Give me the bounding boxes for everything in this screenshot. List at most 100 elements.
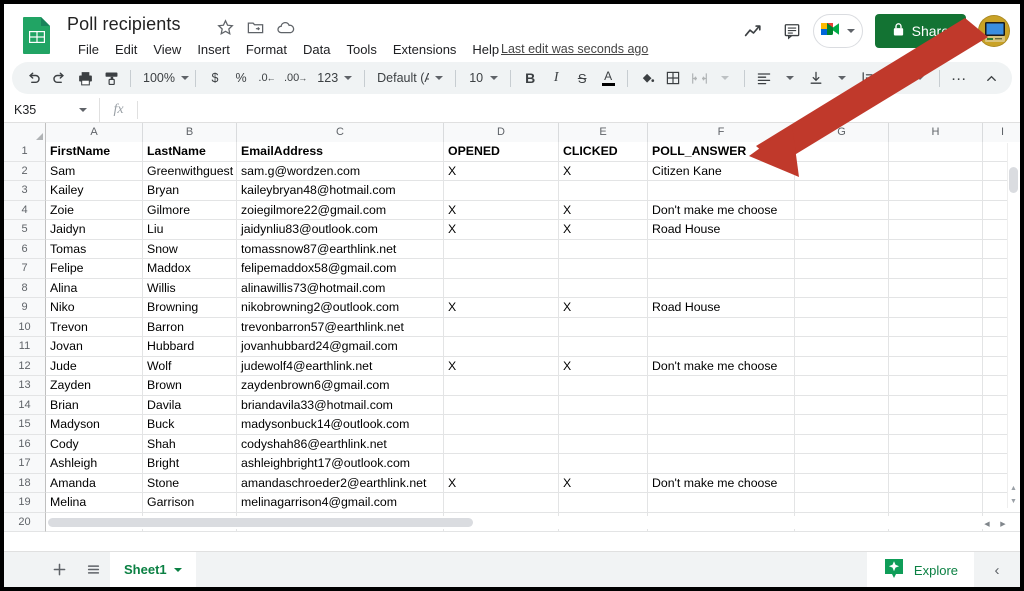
currency-format-button[interactable]: $ [202, 66, 228, 90]
cell-E1[interactable]: CLICKED [559, 142, 648, 162]
font-selector[interactable]: Default (Ari... [371, 66, 449, 90]
cell-G6[interactable] [795, 240, 889, 260]
row-header-10[interactable]: 10 [4, 318, 46, 338]
cell-H4[interactable] [889, 201, 983, 221]
column-header-f[interactable]: F [648, 123, 795, 142]
cell-F13[interactable] [648, 376, 795, 396]
cell-A14[interactable]: Brian [46, 396, 143, 416]
cloud-saved-icon[interactable] [276, 18, 295, 37]
cell-C2[interactable]: sam.g@wordzen.com [237, 162, 444, 182]
row-header-18[interactable]: 18 [4, 474, 46, 494]
cell-B8[interactable]: Willis [143, 279, 237, 299]
cell-D14[interactable] [444, 396, 559, 416]
cell-C15[interactable]: madysonbuck14@outlook.com [237, 415, 444, 435]
cell-G4[interactable] [795, 201, 889, 221]
menu-item-edit[interactable]: Edit [107, 40, 145, 59]
collapse-panel-icon[interactable]: ‹ [982, 552, 1012, 587]
cell-B9[interactable]: Browning [143, 298, 237, 318]
cell-B10[interactable]: Barron [143, 318, 237, 338]
join-meeting-button[interactable] [813, 14, 863, 48]
cell-F4[interactable]: Don't make me choose [648, 201, 795, 221]
cell-E15[interactable] [559, 415, 648, 435]
cell-C6[interactable]: tomassnow87@earthlink.net [237, 240, 444, 260]
column-header-a[interactable]: A [46, 123, 143, 142]
cell-G9[interactable] [795, 298, 889, 318]
cell-H7[interactable] [889, 259, 983, 279]
cell-F18[interactable]: Don't make me choose [648, 474, 795, 494]
print-icon[interactable] [72, 66, 98, 90]
column-header-d[interactable]: D [444, 123, 559, 142]
menu-item-data[interactable]: Data [295, 40, 338, 59]
cell-F2[interactable]: Citizen Kane [648, 162, 795, 182]
column-header-h[interactable]: H [889, 123, 983, 142]
star-icon[interactable] [216, 18, 235, 37]
cell-C18[interactable]: amandaschroeder2@earthlink.net [237, 474, 444, 494]
cell-A8[interactable]: Alina [46, 279, 143, 299]
cell-H19[interactable] [889, 493, 983, 513]
row-header-9[interactable]: 9 [4, 298, 46, 318]
cell-E14[interactable] [559, 396, 648, 416]
cell-F16[interactable] [648, 435, 795, 455]
name-box[interactable]: K35 [4, 98, 100, 123]
cell-G15[interactable] [795, 415, 889, 435]
text-rotation-icon[interactable] [881, 66, 907, 90]
column-header-i[interactable]: I [983, 123, 1020, 142]
cell-A2[interactable]: Sam [46, 162, 143, 182]
cell-B11[interactable]: Hubbard [143, 337, 237, 357]
cell-D12[interactable]: X [444, 357, 559, 377]
cell-E12[interactable]: X [559, 357, 648, 377]
cell-D13[interactable] [444, 376, 559, 396]
cell-H13[interactable] [889, 376, 983, 396]
cell-F17[interactable] [648, 454, 795, 474]
cell-F9[interactable]: Road House [648, 298, 795, 318]
more-options-button[interactable]: … [946, 66, 972, 90]
cell-G17[interactable] [795, 454, 889, 474]
cell-F11[interactable] [648, 337, 795, 357]
cell-G8[interactable] [795, 279, 889, 299]
cell-E9[interactable]: X [559, 298, 648, 318]
cell-A16[interactable]: Cody [46, 435, 143, 455]
cell-G5[interactable] [795, 220, 889, 240]
function-icon[interactable]: fx [100, 101, 138, 119]
cell-F15[interactable] [648, 415, 795, 435]
paint-format-icon[interactable] [98, 66, 124, 90]
text-color-button[interactable]: A [595, 66, 621, 90]
add-sheet-icon[interactable] [42, 552, 76, 588]
menu-item-file[interactable]: File [70, 40, 107, 59]
italic-button[interactable]: I [543, 66, 569, 90]
cell-A9[interactable]: Niko [46, 298, 143, 318]
cell-F7[interactable] [648, 259, 795, 279]
cell-E8[interactable] [559, 279, 648, 299]
cell-H5[interactable] [889, 220, 983, 240]
bold-button[interactable]: B [517, 66, 543, 90]
row-header-14[interactable]: 14 [4, 396, 46, 416]
vertical-align-icon[interactable] [803, 66, 829, 90]
row-header-12[interactable]: 12 [4, 357, 46, 377]
document-title[interactable]: Poll recipients [67, 14, 181, 35]
cell-C7[interactable]: felipemaddox58@gmail.com [237, 259, 444, 279]
cell-C14[interactable]: briandavila33@hotmail.com [237, 396, 444, 416]
cell-A15[interactable]: Madyson [46, 415, 143, 435]
cell-F1[interactable]: POLL_ANSWER [648, 142, 795, 162]
explore-button[interactable]: Explore [867, 552, 974, 587]
cell-D17[interactable] [444, 454, 559, 474]
sheet-tab-sheet1[interactable]: Sheet1 [110, 552, 196, 588]
cell-B15[interactable]: Buck [143, 415, 237, 435]
collapse-toolbar-icon[interactable] [978, 66, 1004, 90]
cell-B7[interactable]: Maddox [143, 259, 237, 279]
cell-E3[interactable] [559, 181, 648, 201]
scroll-right-button[interactable]: ▶ [996, 518, 1010, 530]
column-header-e[interactable]: E [559, 123, 648, 142]
cell-H15[interactable] [889, 415, 983, 435]
cell-B4[interactable]: Gilmore [143, 201, 237, 221]
cell-D10[interactable] [444, 318, 559, 338]
cell-C10[interactable]: trevonbarron57@earthlink.net [237, 318, 444, 338]
cell-H16[interactable] [889, 435, 983, 455]
font-size-selector[interactable]: 10 [462, 66, 504, 90]
vertical-scrollbar-track[interactable] [1007, 143, 1020, 508]
cell-A6[interactable]: Tomas [46, 240, 143, 260]
row-header-3[interactable]: 3 [4, 181, 46, 201]
undo-icon[interactable] [20, 66, 46, 90]
cell-H1[interactable] [889, 142, 983, 162]
cell-E19[interactable] [559, 493, 648, 513]
